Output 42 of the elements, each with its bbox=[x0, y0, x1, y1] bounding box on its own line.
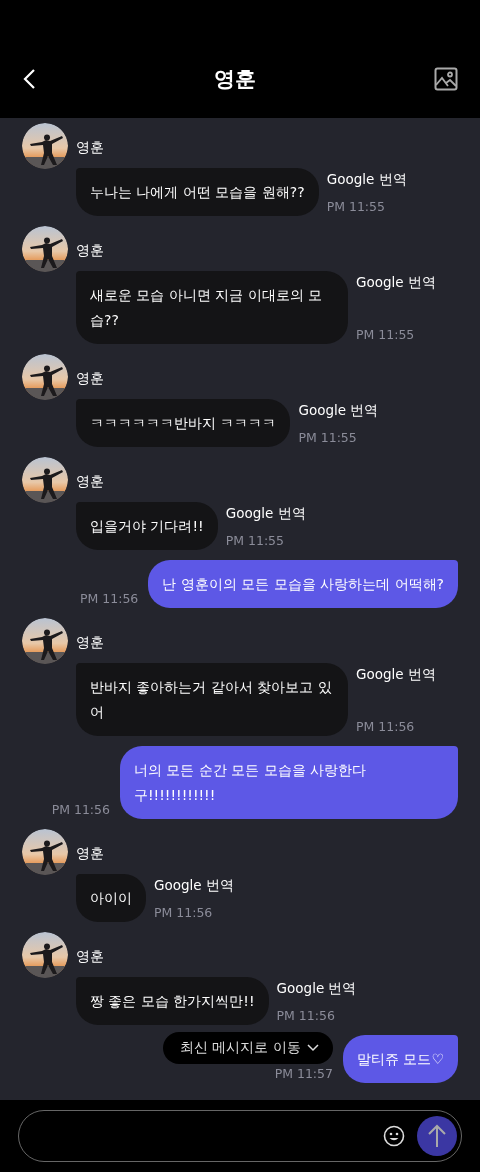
translate-link[interactable]: Google 번역 bbox=[298, 402, 379, 420]
timestamp: PM 11:56 bbox=[80, 591, 139, 608]
timestamp: PM 11:57 bbox=[274, 1066, 333, 1083]
translate-link[interactable]: Google 번역 bbox=[356, 274, 436, 292]
sender-name: 영훈 bbox=[76, 472, 105, 491]
image-icon[interactable] bbox=[434, 67, 458, 91]
send-button[interactable] bbox=[417, 1116, 457, 1156]
sender-name: 영훈 bbox=[76, 241, 105, 260]
message-bubble: ㅋㅋㅋㅋㅋㅋ반바지 ㅋㅋㅋㅋ bbox=[76, 399, 291, 447]
timestamp: PM 11:56 bbox=[356, 719, 416, 734]
timestamp: PM 11:56 bbox=[51, 802, 110, 819]
translate-link[interactable]: Google 번역 bbox=[326, 171, 407, 189]
sender-name: 영훈 bbox=[76, 844, 105, 863]
message-bubble: 짱 좋은 모습 한가지씩만!! bbox=[76, 977, 269, 1025]
message-bubble: 말티쥬 모드♡ bbox=[343, 1035, 458, 1083]
timestamp: PM 11:55 bbox=[326, 199, 386, 214]
chat-title: 영훈 bbox=[214, 66, 256, 93]
timestamp: PM 11:55 bbox=[225, 533, 285, 548]
message-bubble: 난 영훈이의 모든 모습을 사랑하는데 어떡해? bbox=[148, 560, 458, 608]
sender-name: 영훈 bbox=[76, 369, 105, 388]
timestamp: PM 11:56 bbox=[276, 1008, 336, 1023]
message-bubble: 누나는 나에게 어떤 모습을 원해?? bbox=[76, 168, 319, 216]
chevron-down-icon bbox=[306, 1044, 319, 1052]
message-bubble: 새로운 모습 아니면 지금 이대로의 모습?? bbox=[76, 271, 348, 344]
timestamp: PM 11:55 bbox=[356, 327, 416, 342]
message-bubble: 너의 모든 순간 모든 모습을 사랑한다 구!!!!!!!!!!!! bbox=[120, 746, 458, 819]
emoji-icon[interactable] bbox=[383, 1125, 405, 1147]
sender-name: 영훈 bbox=[76, 947, 105, 966]
translate-link[interactable]: Google 번역 bbox=[225, 505, 306, 523]
translate-link[interactable]: Google 번역 bbox=[356, 666, 436, 684]
message-bubble: 반바지 좋아하는거 같아서 찾아보고 있어 bbox=[76, 663, 348, 736]
sender-name: 영훈 bbox=[76, 138, 105, 157]
translate-link[interactable]: Google 번역 bbox=[154, 877, 234, 895]
translate-link[interactable]: Google 번역 bbox=[276, 980, 357, 998]
sender-name: 영훈 bbox=[76, 633, 105, 652]
timestamp: PM 11:56 bbox=[154, 905, 214, 920]
arrow-up-icon bbox=[427, 1123, 447, 1149]
timestamp: PM 11:55 bbox=[298, 430, 358, 445]
message-bubble: 입을거야 기다려!! bbox=[76, 502, 218, 550]
back-icon[interactable] bbox=[22, 68, 36, 90]
jump-to-latest-button[interactable]: 최신 메시지로 이동 bbox=[163, 1032, 333, 1064]
message-bubble: 아이이 bbox=[76, 874, 146, 922]
